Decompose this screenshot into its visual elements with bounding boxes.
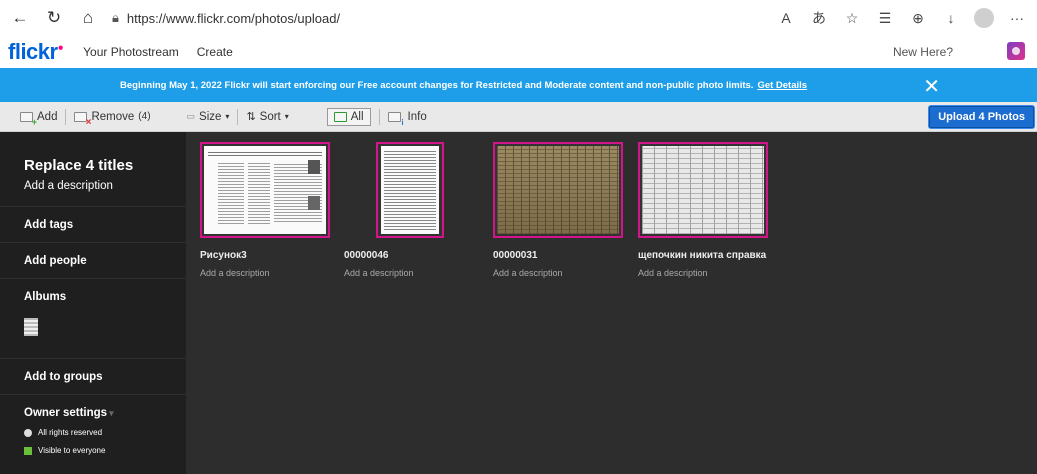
copyright-icon <box>24 428 32 437</box>
owner-settings-section: Owner settings ▾ All rights reserved Visi… <box>0 395 186 455</box>
albums-heading[interactable]: Albums <box>24 279 162 314</box>
refresh-icon[interactable]: ↻ <box>42 6 66 30</box>
chevron-down-icon: ▾ <box>284 112 289 121</box>
photo-description[interactable]: Add a description <box>200 268 270 278</box>
privacy-setting[interactable]: Visible to everyone <box>24 446 162 455</box>
select-all-button[interactable]: All <box>326 107 371 126</box>
get-details-link[interactable]: Get Details <box>757 80 807 91</box>
owner-settings-heading[interactable]: Owner settings ▾ <box>24 395 162 419</box>
photo-description[interactable]: Add a description <box>638 268 708 278</box>
flickr-logo[interactable]: flickr● <box>8 39 64 65</box>
lock-icon: 🔒︎ <box>112 10 119 25</box>
groups-section: Add to groups <box>0 359 186 395</box>
replace-titles-field[interactable]: Replace 4 titles <box>24 132 162 174</box>
privacy-label: Visible to everyone <box>38 446 106 455</box>
info-icon <box>387 111 404 127</box>
nav-your-photostream[interactable]: Your Photostream <box>83 45 179 59</box>
address-bar[interactable]: 🔒︎ https://www.flickr.com/photos/upload/ <box>112 10 340 26</box>
chevron-down-icon: ▾ <box>109 408 114 418</box>
add-photo-icon <box>20 111 37 127</box>
nav-create[interactable]: Create <box>197 45 233 59</box>
photo-card[interactable] <box>200 142 330 238</box>
collections-icon[interactable]: ⊕ <box>906 6 930 30</box>
back-arrow-icon[interactable]: ← <box>8 6 32 30</box>
title-description-section: Replace 4 titles Add a description <box>0 132 186 207</box>
camera-icon[interactable] <box>1007 42 1025 60</box>
size-icon: ▭ <box>186 111 196 121</box>
uploadr-toolbar: Add Remove (4) ▭ Size ▾ ⇅ Sort ▾ All Inf… <box>0 102 1037 132</box>
add-people-field[interactable]: Add people <box>24 243 162 278</box>
announcement-banner: Beginning May 1, 2022 Flickr will start … <box>0 68 1037 102</box>
banner-text: Beginning May 1, 2022 Flickr will start … <box>120 80 807 91</box>
photo-title[interactable]: 00000031 <box>493 250 538 261</box>
photo-grid: Рисунок3 Add a description 00000046 Add … <box>186 132 1037 474</box>
home-icon[interactable]: ⌂ <box>76 6 100 30</box>
size-dropdown[interactable]: ▭ Size ▾ <box>187 111 230 123</box>
tags-section: Add tags <box>0 207 186 243</box>
album-thumbnail[interactable] <box>24 318 38 336</box>
select-all-icon <box>333 111 347 122</box>
flickr-header: flickr● Your Photostream Create New Here… <box>0 36 1037 68</box>
add-button[interactable]: Add <box>20 110 58 127</box>
banner-message: Beginning May 1, 2022 Flickr will start … <box>120 79 754 91</box>
favorites-list-icon[interactable]: ☰ <box>873 6 897 30</box>
translate-icon[interactable]: あ <box>807 6 831 30</box>
sort-label: Sort <box>259 110 281 123</box>
add-label: Add <box>37 110 58 123</box>
remove-photo-icon <box>74 111 91 128</box>
sort-icon: ⇅ <box>246 111 256 123</box>
photo-thumbnail[interactable] <box>200 142 330 238</box>
batch-edit-sidebar: Replace 4 titles Add a description Add t… <box>0 132 186 474</box>
photo-card[interactable] <box>493 142 623 238</box>
license-label: All rights reserved <box>38 428 103 437</box>
close-banner-icon[interactable]: ✕ <box>923 74 940 99</box>
upload-photos-button[interactable]: Upload 4 Photos <box>929 106 1034 128</box>
add-description-field[interactable]: Add a description <box>24 174 162 206</box>
remove-button[interactable]: Remove (4) <box>74 110 151 128</box>
license-setting[interactable]: All rights reserved <box>24 428 162 437</box>
more-menu-icon[interactable]: ··· <box>1005 6 1029 30</box>
remove-count: (4) <box>138 111 151 122</box>
downloads-icon[interactable]: ↓ <box>939 6 963 30</box>
info-button[interactable]: Info <box>387 110 427 127</box>
photo-description[interactable]: Add a description <box>344 268 414 278</box>
divider <box>378 108 380 125</box>
people-section: Add people <box>0 243 186 279</box>
profile-avatar[interactable] <box>972 6 996 30</box>
albums-section: Albums <box>0 279 186 359</box>
read-aloud-icon[interactable]: A <box>774 6 798 30</box>
photo-thumbnail[interactable] <box>376 142 444 238</box>
photo-thumbnail[interactable] <box>493 142 623 238</box>
favorite-star-icon[interactable]: ☆ <box>840 6 864 30</box>
photo-card[interactable] <box>638 142 768 238</box>
add-tags-field[interactable]: Add tags <box>24 207 162 242</box>
add-to-groups-field[interactable]: Add to groups <box>24 359 162 394</box>
photo-title[interactable]: 00000046 <box>344 250 389 261</box>
url-text: https://www.flickr.com/photos/upload/ <box>126 10 341 26</box>
divider <box>65 108 67 125</box>
photo-title[interactable]: Рисунок3 <box>200 250 247 261</box>
size-label: Size <box>199 110 222 123</box>
chevron-down-icon: ▾ <box>225 112 230 121</box>
photo-thumbnail[interactable] <box>638 142 768 238</box>
owner-settings-label: Owner settings <box>24 407 108 419</box>
sort-dropdown[interactable]: ⇅ Sort ▾ <box>246 110 289 124</box>
info-label: Info <box>407 110 427 123</box>
remove-label: Remove <box>91 110 135 123</box>
divider <box>237 108 239 125</box>
visibility-icon <box>24 446 32 455</box>
new-here-link[interactable]: New Here? <box>893 45 953 59</box>
photo-title[interactable]: щепочкин никита справка <box>638 250 766 261</box>
photo-card[interactable] <box>376 142 444 238</box>
photo-description[interactable]: Add a description <box>493 268 563 278</box>
browser-toolbar: ← ↻ ⌂ 🔒︎ https://www.flickr.com/photos/u… <box>0 0 1037 36</box>
all-label: All <box>350 110 364 123</box>
